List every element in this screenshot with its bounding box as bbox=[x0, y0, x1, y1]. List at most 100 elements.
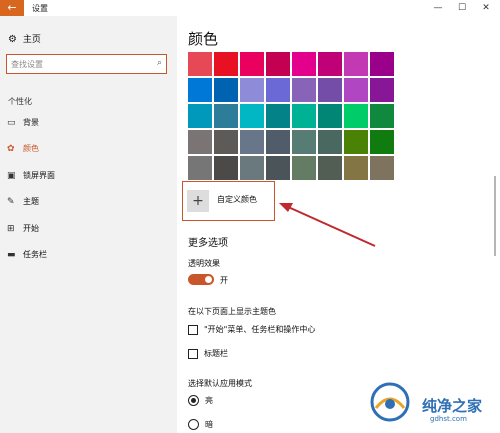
watermark-url: gdhst.com bbox=[430, 415, 467, 423]
title-bar-checkbox-row[interactable]: 标题栏 bbox=[188, 348, 228, 360]
sidebar-item-start[interactable]: ⊞ 开始 bbox=[7, 222, 39, 236]
color-swatch[interactable] bbox=[318, 130, 342, 154]
color-swatch[interactable] bbox=[318, 104, 342, 128]
gear-icon: ⚙ bbox=[8, 34, 17, 45]
color-swatch[interactable] bbox=[188, 52, 212, 76]
color-swatch[interactable] bbox=[318, 52, 342, 76]
maximize-button[interactable]: ☐ bbox=[452, 1, 472, 15]
color-swatch[interactable] bbox=[318, 78, 342, 102]
sidebar-item-taskbar[interactable]: ▬ 任务栏 bbox=[7, 248, 47, 262]
checkbox-label: 标题栏 bbox=[204, 349, 228, 358]
color-swatch[interactable] bbox=[292, 130, 316, 154]
sidebar-item-label: 背景 bbox=[23, 118, 39, 127]
color-swatch[interactable] bbox=[344, 52, 368, 76]
light-mode-radio[interactable] bbox=[188, 395, 199, 406]
dark-mode-radio[interactable] bbox=[188, 419, 199, 430]
title-bar: ← 设置 — ☐ ✕ bbox=[0, 0, 500, 16]
color-swatch[interactable] bbox=[370, 52, 394, 76]
color-swatch[interactable] bbox=[292, 52, 316, 76]
watermark-name: 纯净之家 bbox=[422, 397, 483, 415]
color-swatch[interactable] bbox=[370, 78, 394, 102]
color-swatch[interactable] bbox=[370, 156, 394, 180]
color-swatch[interactable] bbox=[292, 78, 316, 102]
checkbox-label: "开始"菜单、任务栏和操作中心 bbox=[204, 325, 316, 334]
back-button[interactable]: ← bbox=[0, 0, 24, 16]
start-taskbar-checkbox[interactable] bbox=[188, 324, 198, 335]
page-title: 颜色 bbox=[188, 30, 219, 48]
color-swatch[interactable] bbox=[240, 156, 264, 180]
color-swatch[interactable] bbox=[214, 52, 238, 76]
search-input[interactable]: 查找设置 ⌕ bbox=[6, 54, 167, 74]
color-swatch[interactable] bbox=[318, 156, 342, 180]
sidebar-item-themes[interactable]: ✎ 主题 bbox=[7, 195, 39, 209]
back-arrow-icon: ← bbox=[7, 1, 17, 14]
color-swatch[interactable] bbox=[214, 78, 238, 102]
title-bar-checkbox[interactable] bbox=[188, 348, 198, 359]
color-swatch[interactable] bbox=[370, 104, 394, 128]
sidebar-item-label: 开始 bbox=[23, 224, 39, 233]
watermark-logo-icon bbox=[370, 382, 410, 422]
custom-color-highlight: + 自定义颜色 bbox=[182, 181, 275, 221]
main-pane: 颜色 + 自定义颜色 更多选项 透明效果 开 在以下页面上显示主题色 "开始"菜… bbox=[177, 16, 500, 433]
sidebar-home[interactable]: ⚙ 主页 bbox=[8, 32, 41, 45]
picture-icon: ▭ bbox=[7, 118, 16, 128]
color-swatch[interactable] bbox=[214, 156, 238, 180]
color-swatch[interactable] bbox=[266, 52, 290, 76]
section-label: 个性化 bbox=[8, 97, 32, 106]
color-swatch[interactable] bbox=[188, 104, 212, 128]
transparency-toggle[interactable] bbox=[188, 274, 214, 285]
theme-icon: ✎ bbox=[7, 197, 15, 207]
radio-label: 暗 bbox=[205, 420, 213, 429]
start-icon: ⊞ bbox=[7, 224, 15, 234]
scrollbar[interactable] bbox=[494, 176, 496, 256]
color-swatch[interactable] bbox=[344, 156, 368, 180]
search-icon[interactable]: ⌕ bbox=[157, 58, 162, 68]
color-swatch[interactable] bbox=[370, 130, 394, 154]
color-swatch[interactable] bbox=[292, 104, 316, 128]
sidebar-item-label: 主题 bbox=[23, 197, 39, 206]
minimize-button[interactable]: — bbox=[428, 1, 448, 15]
accent-surface-heading: 在以下页面上显示主题色 bbox=[188, 307, 276, 316]
color-swatch[interactable] bbox=[240, 104, 264, 128]
color-swatch-grid bbox=[188, 52, 394, 180]
color-swatch[interactable] bbox=[188, 156, 212, 180]
color-swatch[interactable] bbox=[214, 104, 238, 128]
color-swatch[interactable] bbox=[344, 130, 368, 154]
sidebar-item-label: 颜色 bbox=[23, 144, 39, 153]
app-mode-heading: 选择默认应用模式 bbox=[188, 379, 252, 388]
color-swatch[interactable] bbox=[266, 78, 290, 102]
home-label: 主页 bbox=[22, 35, 41, 45]
lock-screen-icon: ▣ bbox=[7, 171, 16, 181]
color-swatch[interactable] bbox=[266, 130, 290, 154]
light-mode-option[interactable]: 亮 bbox=[188, 395, 213, 407]
sidebar: ⚙ 主页 查找设置 ⌕ 个性化 ▭ 背景 ✿ 颜色 ▣ 锁屏界面 ✎ 主题 ⊞ 开始 ▬ 任… bbox=[0, 16, 177, 433]
window-title: 设置 bbox=[32, 4, 48, 13]
custom-color-label[interactable]: 自定义颜色 bbox=[217, 194, 257, 205]
transparency-label: 透明效果 bbox=[188, 259, 220, 268]
color-swatch[interactable] bbox=[344, 104, 368, 128]
color-swatch[interactable] bbox=[240, 78, 264, 102]
color-swatch[interactable] bbox=[292, 156, 316, 180]
plus-icon: + bbox=[192, 193, 204, 209]
color-swatch[interactable] bbox=[344, 78, 368, 102]
sidebar-item-background[interactable]: ▭ 背景 bbox=[7, 116, 39, 130]
sidebar-item-colors[interactable]: ✿ 颜色 bbox=[7, 142, 39, 156]
toggle-knob bbox=[205, 276, 212, 283]
color-swatch[interactable] bbox=[240, 130, 264, 154]
color-swatch[interactable] bbox=[240, 52, 264, 76]
sidebar-item-label: 任务栏 bbox=[23, 250, 47, 259]
color-swatch[interactable] bbox=[188, 130, 212, 154]
sidebar-item-lock-screen[interactable]: ▣ 锁屏界面 bbox=[7, 169, 55, 183]
color-swatch[interactable] bbox=[266, 156, 290, 180]
color-swatch[interactable] bbox=[214, 130, 238, 154]
color-swatch[interactable] bbox=[188, 78, 212, 102]
search-placeholder: 查找设置 bbox=[11, 60, 43, 69]
add-custom-color-button[interactable]: + bbox=[187, 190, 209, 212]
taskbar-icon: ▬ bbox=[7, 250, 16, 260]
start-taskbar-checkbox-row[interactable]: "开始"菜单、任务栏和操作中心 bbox=[188, 324, 315, 336]
dark-mode-option[interactable]: 暗 bbox=[188, 419, 213, 431]
close-button[interactable]: ✕ bbox=[476, 1, 496, 15]
sidebar-item-label: 锁屏界面 bbox=[23, 171, 55, 180]
color-swatch[interactable] bbox=[266, 104, 290, 128]
radio-label: 亮 bbox=[205, 396, 213, 405]
